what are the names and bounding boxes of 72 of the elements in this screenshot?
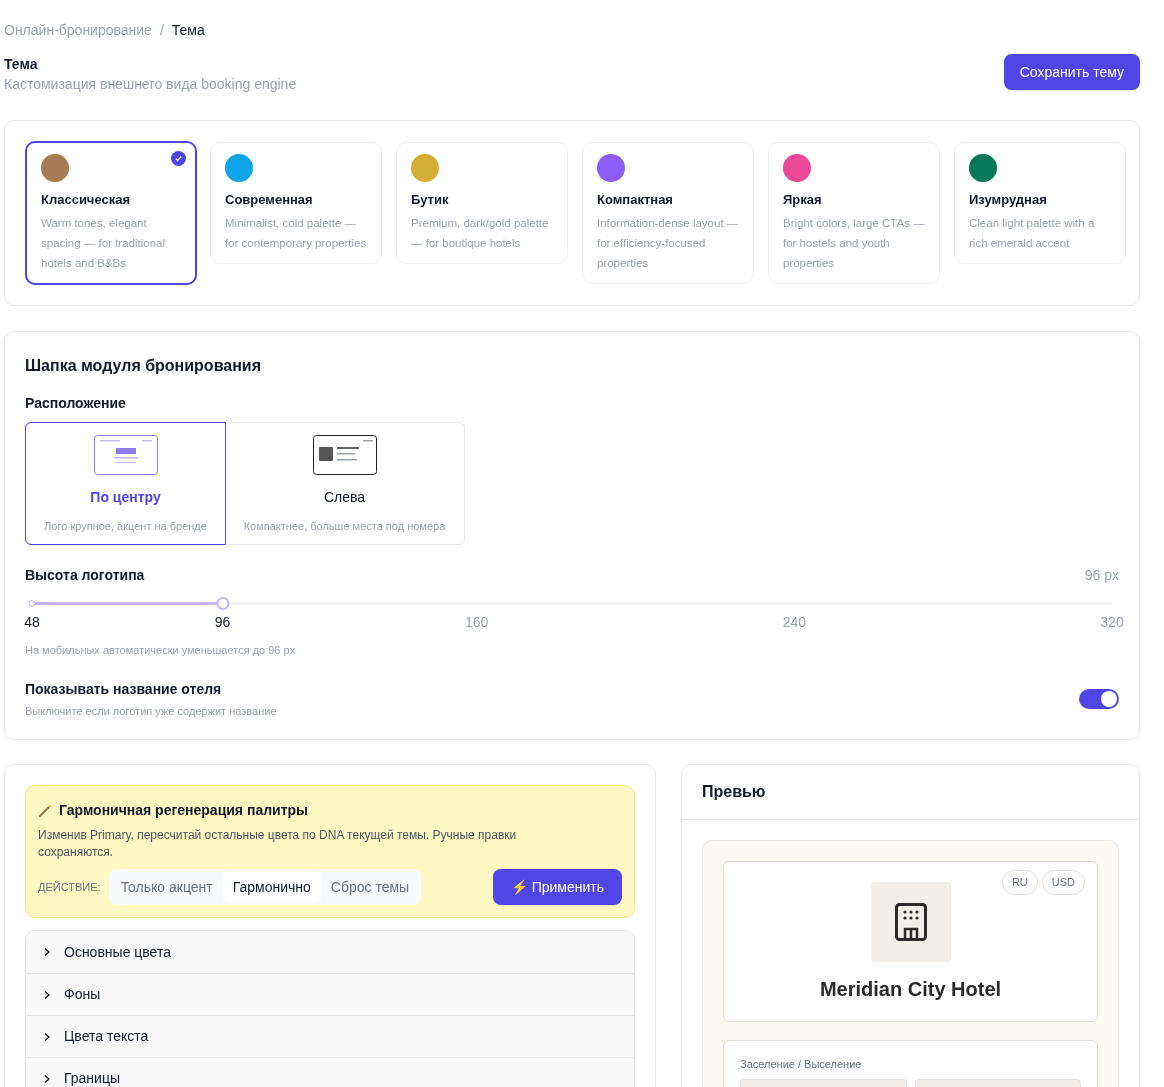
check-icon xyxy=(171,151,186,166)
theme-name: Изумрудная xyxy=(969,191,1048,209)
slider-tick-label: 160 xyxy=(465,613,489,632)
lightning-icon: ⚡ xyxy=(510,876,528,898)
breadcrumb-separator: / xyxy=(159,21,164,40)
field-label: Высота логотипа xyxy=(25,566,145,585)
slider-tick-label: 320 xyxy=(1100,613,1124,632)
chevron-icon xyxy=(42,947,52,957)
accordion-label: Основные цвета xyxy=(64,942,171,962)
theme-description: Minimalist, cold palette — for contemporary properties xyxy=(225,215,367,251)
theme-card[interactable]: Изумрудная Clean light palette with a rich emerald accent xyxy=(954,142,1126,264)
theme-card[interactable]: Яркая Bright colors, large CTAs — for hostels and youth properties xyxy=(768,142,940,284)
accordion-label: Границы xyxy=(64,1069,120,1087)
accordion-item[interactable]: Границы xyxy=(26,1057,634,1087)
box-title: Гармоничная регенерация палитры xyxy=(59,801,309,820)
hotel-name: Meridian City Hotel xyxy=(819,977,1002,1002)
theme-name: Классическая xyxy=(41,191,132,209)
accordion-item[interactable]: Основные цвета xyxy=(26,931,634,973)
slider-tick-label: 240 xyxy=(782,613,806,632)
theme-description: Information-dense layout — for efficiency-focused properties xyxy=(597,215,739,271)
chevron-icon xyxy=(42,1031,52,1042)
theme-description: Premium, dark/gold palette — for boutique hotels xyxy=(411,215,550,251)
field-label: Расположение xyxy=(25,393,127,413)
layout-preview-icon xyxy=(312,434,377,475)
theme-card[interactable]: Бутик Premium, dark/gold palette — for boutique hotels xyxy=(396,142,568,264)
theme-card[interactable]: Современная Minimalist, cold palette — for contemporary properties xyxy=(210,142,382,264)
action-label: ДЕЙСТВИЕ: xyxy=(38,879,101,895)
slider-thumb[interactable] xyxy=(216,597,230,610)
segment-option[interactable]: Сброс темы xyxy=(320,871,420,903)
slider-value: 96 px xyxy=(1084,566,1119,585)
theme-description: Clean light palette with a rich emerald accent xyxy=(969,215,1096,251)
layout-label: По центру xyxy=(90,487,161,507)
chevron-icon xyxy=(42,989,52,1000)
preview-title: Превью xyxy=(682,765,1139,820)
segment-option[interactable]: Только акцент xyxy=(110,871,223,903)
helper-text: На мобильных автоматически уменьшается до 96 px xyxy=(25,643,297,658)
page-title: Тема xyxy=(4,55,39,73)
theme-card[interactable]: Компактная Information-dense layout — for efficiency-focused properties xyxy=(582,142,754,284)
page-subtitle: Кастомизация внешнего вида booking engine xyxy=(4,75,297,94)
theme-description: Warm tones, elegant spacing — for traditional hotels and B&Bs xyxy=(41,215,166,271)
layout-preview-icon xyxy=(93,434,158,475)
layout-option[interactable]: Слева Компактнее, больше места под номера xyxy=(225,422,464,544)
theme-name: Компактная xyxy=(597,191,674,209)
slider-tick-label: 96 xyxy=(214,613,231,632)
field-label: Показывать название отеля xyxy=(25,679,223,699)
layout-description: Компактнее, больше места под номера xyxy=(243,518,446,534)
apply-button[interactable]: ⚡ Применить xyxy=(492,869,622,905)
layout-label: Слева xyxy=(323,487,366,507)
field-label: Заселение / Выселение xyxy=(740,1057,863,1072)
wand-icon xyxy=(38,803,53,818)
slider-tick-mark xyxy=(28,600,36,607)
segment-option[interactable]: Гармонично xyxy=(222,871,321,903)
section-title: Шапка модуля бронирования xyxy=(25,355,262,376)
layout-option[interactable]: По центру Лого крупное, акцент на бренде xyxy=(25,421,226,545)
hotel-logo-icon xyxy=(870,882,951,962)
breadcrumb-current: Тема xyxy=(171,21,205,40)
chevron-icon xyxy=(42,1073,52,1084)
slider-tick-label: 48 xyxy=(24,613,40,632)
accordion-label: Цвета текста xyxy=(64,1027,149,1046)
box-description: Изменив Primary, пересчитай остальные цвета по DNA текущей темы. Ручные правки сохраняются. xyxy=(38,827,518,861)
accordion-label: Фоны xyxy=(64,985,101,1004)
helper-text: Выключите если логотип уже содержит название xyxy=(25,703,277,719)
save-theme-button[interactable]: Сохранить тему xyxy=(1003,54,1140,90)
theme-name: Бутик xyxy=(411,191,450,209)
theme-card[interactable]: Классическая Warm tones, elegant spacing — for traditional hotels and B&Bs xyxy=(25,141,197,285)
layout-description: Лого крупное, акцент на бренде xyxy=(44,518,207,534)
theme-name: Яркая xyxy=(783,191,823,209)
theme-name: Современная xyxy=(225,191,314,209)
theme-description: Bright colors, large CTAs — for hostels and youth properties xyxy=(783,215,925,271)
accordion-item[interactable]: Фоны xyxy=(26,973,634,1015)
toggle-switch[interactable] xyxy=(1079,688,1119,709)
accordion-item[interactable]: Цвета текста xyxy=(26,1015,634,1057)
